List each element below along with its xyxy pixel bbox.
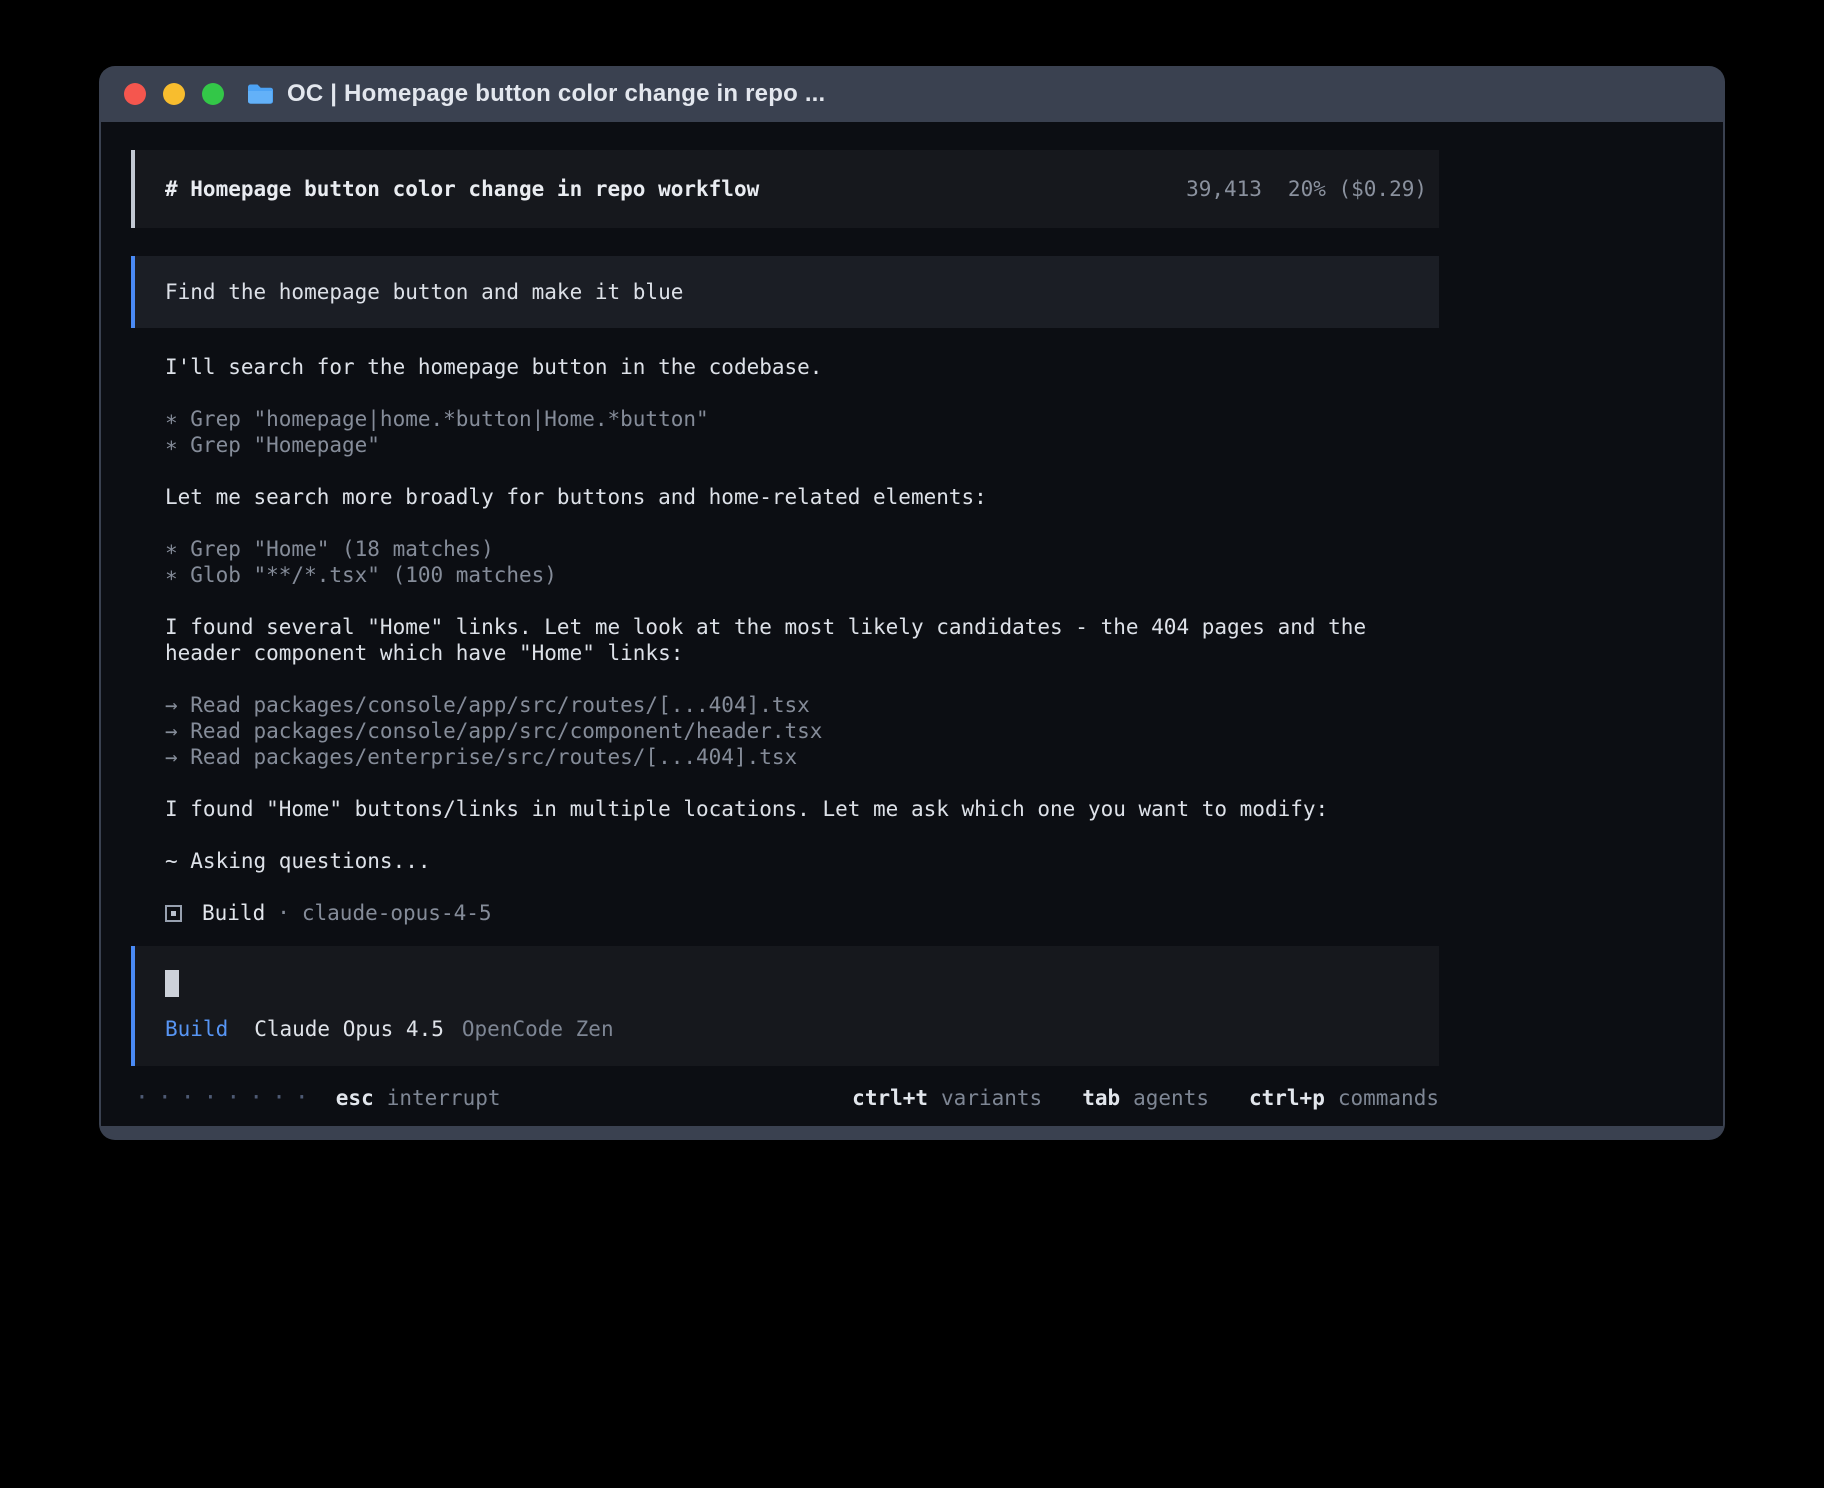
assistant-text: I found "Home" buttons/links in multiple… — [165, 796, 1405, 822]
tool-call-group: ∗ Grep "homepage|home.*button|Home.*butt… — [165, 406, 1405, 458]
agent-status-row: Build · claude-opus-4-5 — [165, 900, 1439, 926]
shortcut-agents: tab agents — [1082, 1086, 1209, 1110]
minimize-button[interactable] — [163, 83, 185, 105]
tool-call-glob: ∗ Glob "**/*.tsx" (100 matches) — [165, 562, 1405, 588]
assistant-text: I'll search for the homepage button in t… — [165, 354, 1405, 380]
model-provider: OpenCode Zen — [462, 1017, 614, 1041]
window-title: OC | Homepage button color change in rep… — [287, 80, 825, 108]
user-message: Find the homepage button and make it blu… — [131, 256, 1439, 328]
active-model: Claude Opus 4.5 — [254, 1017, 444, 1041]
separator-dot: · — [277, 900, 290, 926]
agent-name: Build — [202, 900, 265, 926]
token-count: 39,413 — [1186, 177, 1262, 201]
prompt-input[interactable]: Build Claude Opus 4.5 OpenCode Zen — [131, 946, 1439, 1066]
esc-key-hint: esc — [336, 1086, 374, 1110]
context-usage: 20% ($0.29) — [1288, 177, 1427, 201]
shortcut-variants: ctrl+t variants — [852, 1086, 1042, 1110]
tool-call-grep: ∗ Grep "Home" (18 matches) — [165, 536, 1405, 562]
terminal-content: # Homepage button color change in repo w… — [101, 122, 1723, 1126]
shortcut-label: variants — [941, 1086, 1042, 1110]
window-titlebar: OC | Homepage button color change in rep… — [101, 66, 1723, 122]
zoom-button[interactable] — [202, 83, 224, 105]
shortcut-label: commands — [1338, 1086, 1439, 1110]
esc-key-label: interrupt — [387, 1086, 501, 1110]
tool-call-group: ∗ Grep "Home" (18 matches) ∗ Glob "**/*.… — [165, 536, 1405, 588]
folder-icon — [246, 83, 274, 105]
terminal-window: OC | Homepage button color change in rep… — [99, 66, 1725, 1140]
tool-call-read: → Read packages/console/app/src/routes/[… — [165, 692, 1405, 718]
status-bar: ········ esc interrupt ctrl+t variants t… — [131, 1080, 1439, 1116]
session-stats: 39,413 20% ($0.29) — [1186, 177, 1427, 201]
spinner-dots: ········ — [135, 1085, 318, 1111]
activity-status: ~ Asking questions... — [165, 848, 1405, 874]
text-cursor — [165, 970, 179, 997]
close-button[interactable] — [124, 83, 146, 105]
tool-call-grep: ∗ Grep "Homepage" — [165, 432, 1405, 458]
status-bar-left: ········ esc interrupt — [135, 1085, 501, 1111]
session-header: # Homepage button color change in repo w… — [131, 150, 1439, 228]
input-status-row: Build Claude Opus 4.5 OpenCode Zen — [165, 1017, 1409, 1041]
shortcut-label: agents — [1133, 1086, 1209, 1110]
status-bar-right: ctrl+t variants tab agents ctrl+p comman… — [852, 1086, 1439, 1110]
tool-call-group: → Read packages/console/app/src/routes/[… — [165, 692, 1405, 770]
model-name: claude-opus-4-5 — [302, 900, 492, 926]
assistant-text: Let me search more broadly for buttons a… — [165, 484, 1405, 510]
assistant-text: I found several "Home" links. Let me loo… — [165, 614, 1405, 666]
shortcut-key: ctrl+p — [1249, 1086, 1325, 1110]
session-title: # Homepage button color change in repo w… — [165, 177, 759, 201]
tool-call-read: → Read packages/console/app/src/componen… — [165, 718, 1405, 744]
shortcut-key: tab — [1082, 1086, 1120, 1110]
agent-icon — [165, 905, 182, 922]
tool-call-read: → Read packages/enterprise/src/routes/[.… — [165, 744, 1405, 770]
traffic-lights — [124, 83, 224, 105]
shortcut-key: ctrl+t — [852, 1086, 928, 1110]
agent-mode[interactable]: Build — [165, 1017, 228, 1041]
tool-call-grep: ∗ Grep "homepage|home.*button|Home.*butt… — [165, 406, 1405, 432]
user-message-text: Find the homepage button and make it blu… — [165, 280, 683, 304]
shortcut-commands: ctrl+p commands — [1249, 1086, 1439, 1110]
